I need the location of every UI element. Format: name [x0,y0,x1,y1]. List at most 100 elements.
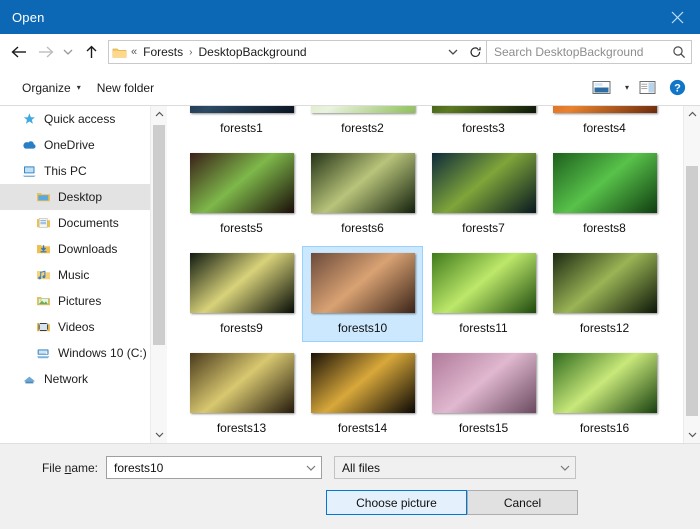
sidebar-item-music[interactable]: Music [0,262,150,288]
view-layout-icon [592,81,610,94]
file-tile[interactable]: forests15 [423,346,544,442]
sidebar-item-network[interactable]: Network [0,366,150,392]
sidebar-item-windows-10-c[interactable]: Windows 10 (C:) [0,340,150,366]
network-icon [22,371,42,387]
nav-scrollbar-thumb[interactable] [153,125,165,345]
file-tile[interactable]: forests8 [544,146,665,242]
documents-folder-icon [36,215,56,231]
breadcrumb-separator[interactable]: › [185,47,196,58]
sidebar-item-label: Desktop [58,190,103,204]
recent-locations-button[interactable] [58,39,78,65]
sidebar-item-pictures[interactable]: Pictures [0,288,150,314]
preview-pane-icon [639,81,655,94]
forward-button[interactable] [32,39,58,65]
search-input[interactable]: Search DesktopBackground [487,45,667,59]
sidebar-item-label: Videos [58,320,95,334]
navigation-scrollbar[interactable] [150,106,167,443]
file-tile[interactable]: forests14 [302,346,423,442]
new-folder-label: New folder [96,80,155,95]
sidebar-item-onedrive[interactable]: OneDrive [0,132,150,158]
file-thumbnail [552,153,657,213]
file-tile[interactable]: forests4 [544,106,665,142]
filename-value[interactable]: forests10 [107,461,301,475]
file-tile[interactable]: forests11 [423,246,544,342]
sidebar-item-quick-access[interactable]: Quick access [0,106,150,132]
refresh-button[interactable] [464,41,486,63]
organize-button[interactable]: Organize ▾ [14,75,89,101]
sidebar-item-desktop[interactable]: Desktop [0,184,150,210]
file-list-scrollbar[interactable] [683,106,700,443]
file-tile[interactable]: forests10 [302,246,423,342]
file-tile[interactable]: forests1 [181,106,302,142]
file-label: forests6 [341,221,384,235]
breadcrumb-item-forests[interactable]: Forests [141,45,185,59]
file-tile[interactable]: forests2 [302,106,423,142]
cloud-icon [23,141,36,149]
sidebar-item-label: Music [58,268,90,282]
file-tile[interactable]: forests16 [544,346,665,442]
chevron-down-icon [688,432,696,438]
cancel-button[interactable]: Cancel [467,490,578,515]
navigation-list: Quick access OneDrive This PC Desktop Docume… [0,106,150,392]
file-label: forests1 [220,121,263,135]
breadcrumb-item-desktopbackground[interactable]: DesktopBackground [196,45,308,59]
sidebar-item-this-pc[interactable]: This PC [0,158,150,184]
file-tile[interactable]: forests7 [423,146,544,242]
address-bar[interactable]: « Forests › DesktopBackground [108,40,487,64]
view-dropdown-button[interactable]: ▾ [616,75,632,101]
file-grid-viewport: forests1 forests2 forests3 forests4 forests5… [167,106,683,443]
close-icon [671,11,683,23]
file-label: forests14 [337,421,388,435]
sidebar-item-downloads[interactable]: Downloads [0,236,150,262]
file-scrollbar-thumb[interactable] [686,166,698,416]
help-button[interactable]: ? [662,75,692,101]
file-tile[interactable]: forests3 [423,106,544,142]
filetype-dropdown-button[interactable] [555,464,575,472]
folder-icon [109,46,129,59]
file-label: forests4 [583,121,626,135]
back-arrow-icon [10,46,26,58]
filename-input[interactable]: forests10 [106,456,322,479]
file-label: forests8 [583,221,626,235]
up-button[interactable] [78,39,104,65]
file-scroll-down-button[interactable] [684,426,700,443]
search-box[interactable]: Search DesktopBackground [487,40,692,64]
filetype-value[interactable]: All files [335,461,555,475]
star-icon [23,113,35,124]
choose-picture-button[interactable]: Choose picture [326,490,467,515]
filename-dropdown-button[interactable] [301,464,321,472]
sidebar-item-label: Quick access [44,112,116,126]
computer-icon [22,163,42,179]
address-dropdown-button[interactable] [442,41,464,63]
up-arrow-icon [86,45,96,58]
preview-pane-button[interactable] [632,75,662,101]
nav-scroll-down-button[interactable] [151,426,167,443]
file-tile[interactable]: forests6 [302,146,423,242]
sidebar-item-videos[interactable]: Videos [0,314,150,340]
file-thumbnail [431,153,536,213]
back-button[interactable] [6,39,32,65]
file-tile[interactable]: forests9 [181,246,302,342]
filetype-select[interactable]: All files [334,456,576,479]
file-tile[interactable]: forests13 [181,346,302,442]
search-button[interactable] [667,45,691,59]
sidebar-item-documents[interactable]: Documents [0,210,150,236]
dialog-body: Quick access OneDrive This PC Desktop Docume… [0,106,700,443]
downloads-folder-icon [36,241,56,257]
new-folder-button[interactable]: New folder [89,75,162,101]
change-view-button[interactable] [586,75,616,101]
file-label: forests11 [459,321,508,335]
pictures-folder-icon [37,297,50,306]
file-thumbnail [552,106,657,113]
file-label: forests12 [579,321,630,335]
close-button[interactable] [654,0,700,34]
file-scroll-up-button[interactable] [684,106,700,123]
file-label: forests5 [220,221,263,235]
chevron-down-icon: ▾ [76,83,81,92]
file-label: forests2 [341,121,384,135]
file-tile[interactable]: forests12 [544,246,665,342]
nav-scroll-up-button[interactable] [151,106,167,123]
file-tile[interactable]: forests5 [181,146,302,242]
music-folder-icon [36,267,56,283]
breadcrumb-overflow[interactable]: « [129,46,141,58]
